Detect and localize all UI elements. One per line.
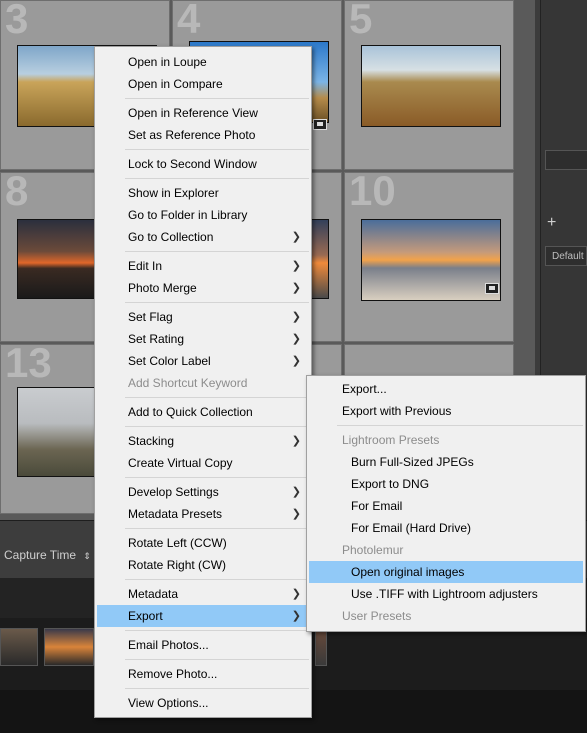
panel-field[interactable]	[545, 150, 587, 170]
menu-separator	[125, 688, 309, 689]
menu-item-add-shortcut-keyword: Add Shortcut Keyword	[128, 376, 248, 390]
cell-number: 5	[349, 0, 373, 42]
submenu-item-export[interactable]: Export...	[309, 378, 583, 400]
submenu-item-open-original-images[interactable]: Open original images	[309, 561, 583, 583]
chevron-right-icon: ❯	[291, 610, 301, 622]
grid-cell-10[interactable]: 10	[344, 167, 514, 342]
menu-separator	[125, 630, 309, 631]
photo-thumbnail[interactable]	[361, 45, 501, 127]
menu-separator	[125, 426, 309, 427]
filmstrip-thumbnail[interactable]	[44, 628, 94, 666]
cell-number: 10	[349, 167, 396, 214]
photo-thumbnail[interactable]	[361, 219, 501, 301]
submenu-item-export-with-previous[interactable]: Export with Previous	[309, 400, 583, 422]
filmstrip-thumbnail[interactable]	[315, 628, 327, 666]
filmstrip-thumbnail[interactable]	[0, 628, 38, 666]
sort-arrows-icon: ⇕	[83, 551, 91, 561]
comment-badge-icon	[313, 119, 327, 130]
menu-separator	[337, 425, 583, 426]
chevron-right-icon: ❯	[291, 355, 301, 367]
menu-item-rotate-left[interactable]: Rotate Left (CCW)	[97, 532, 309, 554]
cell-number: 4	[177, 0, 201, 42]
submenu-item-for-email-hard-drive[interactable]: For Email (Hard Drive)	[309, 517, 583, 539]
menu-item-label: Stacking	[128, 434, 175, 448]
menu-item-export[interactable]: Export ❯	[97, 605, 309, 627]
submenu-header-lightroom-presets: Lightroom Presets	[342, 433, 440, 447]
submenu-item-export-to-dng[interactable]: Export to DNG	[309, 473, 583, 495]
menu-separator	[125, 149, 309, 150]
menu-item-label: Photo Merge	[128, 281, 197, 295]
submenu-item-burn-full-sized-jpegs[interactable]: Burn Full-Sized JPEGs	[309, 451, 583, 473]
menu-item-label: Export	[128, 609, 163, 623]
menu-item-rotate-right[interactable]: Rotate Right (CW)	[97, 554, 309, 576]
chevron-right-icon: ❯	[291, 486, 301, 498]
plus-icon[interactable]: +	[547, 214, 556, 232]
menu-separator	[125, 528, 309, 529]
menu-item-email-photos[interactable]: Email Photos...	[97, 634, 309, 656]
menu-separator	[125, 178, 309, 179]
menu-item-set-as-reference-photo[interactable]: Set as Reference Photo	[97, 124, 309, 146]
menu-item-add-to-quick-collection[interactable]: Add to Quick Collection	[97, 401, 309, 423]
cell-number: 8	[5, 167, 29, 214]
menu-item-metadata-presets[interactable]: Metadata Presets ❯	[97, 503, 309, 525]
menu-item-view-options[interactable]: View Options...	[97, 692, 309, 714]
comment-badge-icon	[485, 283, 499, 294]
cell-number: 3	[5, 0, 29, 42]
chevron-right-icon: ❯	[291, 508, 301, 520]
menu-item-open-in-compare[interactable]: Open in Compare	[97, 73, 309, 95]
menu-item-set-rating[interactable]: Set Rating ❯	[97, 328, 309, 350]
menu-item-open-in-reference-view[interactable]: Open in Reference View	[97, 102, 309, 124]
menu-item-label: Develop Settings	[128, 485, 219, 499]
menu-item-open-in-loupe[interactable]: Open in Loupe	[97, 51, 309, 73]
sort-label: Capture Time	[4, 548, 77, 562]
chevron-right-icon: ❯	[291, 282, 301, 294]
menu-item-lock-to-second-window[interactable]: Lock to Second Window	[97, 153, 309, 175]
menu-item-develop-settings[interactable]: Develop Settings ❯	[97, 481, 309, 503]
menu-item-label: Set Color Label	[128, 354, 211, 368]
menu-separator	[125, 302, 309, 303]
menu-item-label: Set Rating	[128, 332, 185, 346]
default-button[interactable]: Default	[545, 246, 587, 266]
grid-cell-5[interactable]: 5	[344, 0, 514, 170]
menu-item-set-flag[interactable]: Set Flag ❯	[97, 306, 309, 328]
menu-separator	[125, 579, 309, 580]
sort-control[interactable]: Capture Time ⇕	[4, 548, 91, 562]
submenu-item-for-email[interactable]: For Email	[309, 495, 583, 517]
menu-item-label: Go to Collection	[128, 230, 214, 244]
chevron-right-icon: ❯	[291, 231, 301, 243]
menu-item-label: Metadata Presets	[128, 507, 223, 521]
menu-separator	[125, 98, 309, 99]
submenu-header-user-presets: User Presets	[342, 609, 412, 623]
chevron-right-icon: ❯	[291, 333, 301, 345]
context-menu: Open in Loupe Open in Compare Open in Re…	[94, 46, 312, 718]
menu-item-go-to-collection[interactable]: Go to Collection ❯	[97, 226, 309, 248]
menu-separator	[125, 659, 309, 660]
menu-item-label: Metadata	[128, 587, 179, 601]
menu-separator	[125, 251, 309, 252]
menu-item-go-to-folder[interactable]: Go to Folder in Library	[97, 204, 309, 226]
menu-item-stacking[interactable]: Stacking ❯	[97, 430, 309, 452]
chevron-right-icon: ❯	[291, 260, 301, 272]
chevron-right-icon: ❯	[291, 435, 301, 447]
chevron-right-icon: ❯	[291, 311, 301, 323]
menu-item-set-color-label[interactable]: Set Color Label ❯	[97, 350, 309, 372]
menu-item-photo-merge[interactable]: Photo Merge ❯	[97, 277, 309, 299]
export-submenu: Export... Export with Previous Lightroom…	[306, 375, 586, 632]
menu-item-label: Set Flag	[128, 310, 173, 324]
menu-separator	[125, 397, 309, 398]
menu-item-remove-photo[interactable]: Remove Photo...	[97, 663, 309, 685]
menu-separator	[125, 477, 309, 478]
submenu-header-photolemur: Photolemur	[342, 543, 404, 557]
menu-item-edit-in[interactable]: Edit In ❯	[97, 255, 309, 277]
menu-item-create-virtual-copy[interactable]: Create Virtual Copy	[97, 452, 309, 474]
menu-item-show-in-explorer[interactable]: Show in Explorer	[97, 182, 309, 204]
right-panel-inner: + Default	[540, 0, 587, 375]
submenu-item-use-tiff[interactable]: Use .TIFF with Lightroom adjusters	[309, 583, 583, 605]
cell-number: 13	[5, 339, 52, 386]
chevron-right-icon: ❯	[291, 588, 301, 600]
menu-item-label: Edit In	[128, 259, 163, 273]
menu-item-metadata[interactable]: Metadata ❯	[97, 583, 309, 605]
